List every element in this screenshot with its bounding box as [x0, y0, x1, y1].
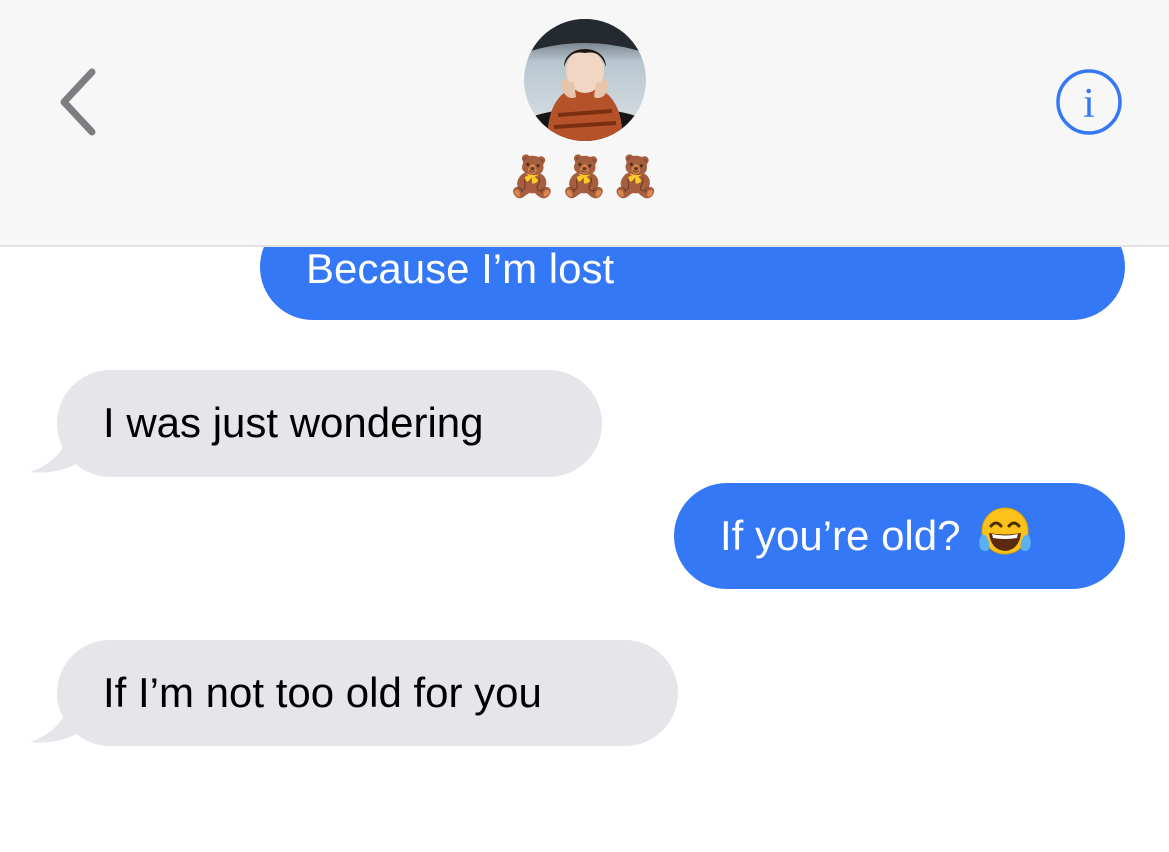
tears-of-joy-emoji	[976, 491, 1034, 597]
info-button[interactable]: i	[1054, 67, 1124, 137]
back-button[interactable]	[52, 64, 104, 140]
contact-avatar[interactable]	[524, 19, 646, 141]
message-text: Because I’m lost	[306, 245, 615, 292]
conversation-header: 🧸🧸🧸 i	[0, 0, 1169, 247]
chevron-left-icon	[60, 68, 96, 136]
message-bubble-received[interactable]: I was just wondering	[57, 370, 602, 477]
message-text: If you’re old?	[720, 512, 961, 559]
info-circle-icon: i	[1056, 69, 1122, 135]
contact-name[interactable]: 🧸🧸🧸	[434, 150, 736, 204]
message-text: If I’m not too old for you	[103, 669, 542, 716]
message-bubble-received[interactable]: If I’m not too old for you	[57, 640, 678, 746]
message-bubble-sent[interactable]: If you’re old?	[674, 483, 1125, 589]
info-glyph: i	[1083, 81, 1095, 127]
message-text: I was just wondering	[103, 399, 484, 446]
